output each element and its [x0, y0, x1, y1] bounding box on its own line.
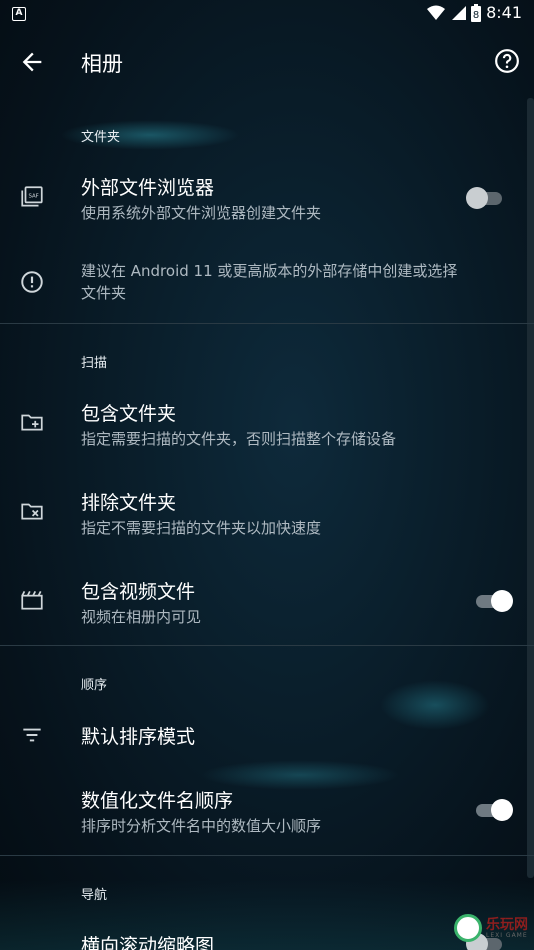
- help-icon[interactable]: [494, 48, 520, 74]
- divider: [0, 323, 534, 324]
- folder-add-icon: [21, 414, 43, 431]
- section-header-scan: 扫描: [81, 356, 108, 371]
- notification-icon: A: [12, 7, 26, 21]
- setting-external-browser[interactable]: SAF 外部文件浏览器 使用系统外部文件浏览器创建文件夹: [0, 162, 534, 234]
- include-videos-toggle[interactable]: [474, 588, 514, 614]
- setting-subtitle: 视频在相册内可见: [81, 608, 202, 626]
- setting-title: 包含文件夹: [81, 403, 177, 425]
- setting-title: 包含视频文件: [81, 581, 196, 603]
- info-text-line2: 文件夹: [81, 284, 127, 302]
- setting-subtitle: 使用系统外部文件浏览器创建文件夹: [81, 204, 322, 222]
- page-title: 相册: [81, 52, 123, 76]
- setting-include-folders[interactable]: 包含文件夹 指定需要扫描的文件夹，否则扫描整个存储设备: [0, 388, 534, 460]
- setting-title: 横向滚动缩略图: [81, 935, 215, 950]
- info-android11: 建议在 Android 11 或更高版本的外部存储中创建或选择 文件夹: [0, 252, 534, 322]
- status-bar: A 8 8:41: [0, 0, 534, 28]
- watermark-subtext: LEXI GAME: [486, 931, 528, 939]
- svg-text:SAF: SAF: [28, 194, 38, 200]
- setting-subtitle: 指定需要扫描的文件夹，否则扫描整个存储设备: [81, 430, 397, 448]
- watermark-text: 乐玩网: [486, 916, 528, 933]
- arrow-left-icon[interactable]: [18, 48, 46, 76]
- watermark: 乐玩网 LEXI GAME: [454, 914, 528, 942]
- section-header-order: 顺序: [81, 678, 108, 693]
- setting-default-sort[interactable]: 默认排序模式: [0, 710, 534, 760]
- clock: 8:41: [486, 3, 522, 22]
- section-header-navigation: 导航: [81, 888, 108, 903]
- divider: [0, 855, 534, 856]
- setting-title: 数值化文件名顺序: [81, 790, 234, 812]
- setting-numeric-order[interactable]: 数值化文件名顺序 排序时分析文件名中的数值大小顺序: [0, 775, 534, 847]
- folder-remove-icon: [21, 503, 43, 520]
- battery-level: 8: [473, 10, 479, 21]
- setting-subtitle: 指定不需要扫描的文件夹以加快速度: [81, 519, 322, 537]
- numeric-order-toggle[interactable]: [474, 797, 514, 823]
- saf-folder-icon: SAF: [21, 186, 43, 207]
- setting-include-videos[interactable]: 包含视频文件 视频在相册内可见: [0, 566, 534, 638]
- setting-title: 外部文件浏览器: [81, 177, 215, 199]
- divider: [0, 645, 534, 646]
- sort-icon: [23, 728, 41, 742]
- setting-title: 默认排序模式: [81, 726, 196, 748]
- movie-icon: [21, 590, 43, 610]
- app-bar: 相册: [0, 28, 534, 96]
- external-browser-toggle[interactable]: [466, 185, 506, 211]
- info-icon: [21, 271, 43, 293]
- section-header-folders: 文件夹: [81, 130, 121, 145]
- wifi-icon: [427, 5, 446, 20]
- setting-subtitle: 排序时分析文件名中的数值大小顺序: [81, 817, 322, 835]
- setting-exclude-folders[interactable]: 排除文件夹 指定不需要扫描的文件夹以加快速度: [0, 477, 534, 549]
- watermark-logo-icon: [454, 914, 482, 942]
- setting-title: 排除文件夹: [81, 492, 177, 514]
- signal-icon: [452, 5, 467, 20]
- battery-icon: 8: [471, 3, 482, 22]
- info-text-line1: 建议在 Android 11 或更高版本的外部存储中创建或选择: [81, 262, 458, 280]
